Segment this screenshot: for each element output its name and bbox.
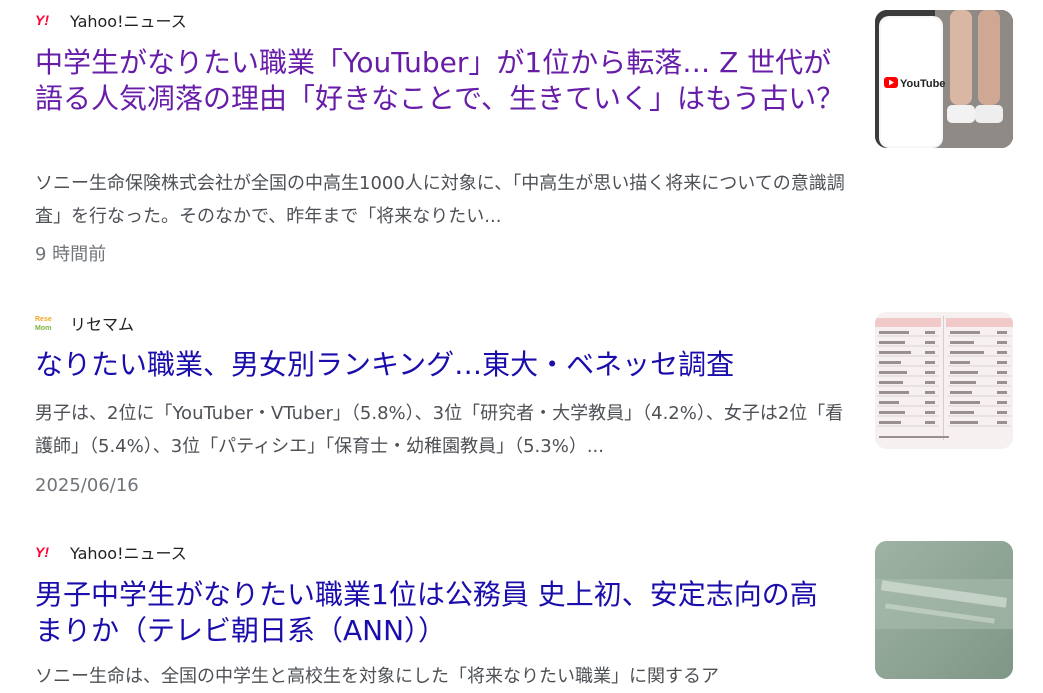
source-row[interactable]: Y! Yahoo!ニュース xyxy=(35,541,187,563)
phone-youtube-thumbnail[interactable]: YouTube xyxy=(875,10,1013,148)
ranking-table-thumbnail[interactable] xyxy=(875,312,1013,449)
svg-text:Rese: Rese xyxy=(35,316,52,323)
result-timestamp: 2025/06/16 xyxy=(35,475,139,496)
yahoo-logo-icon: Y! xyxy=(35,544,57,560)
source-row[interactable]: Y! Yahoo!ニュース xyxy=(35,9,187,31)
svg-text:YouTube: YouTube xyxy=(900,78,945,90)
result-snippet: 男子は、2位に「YouTuber・VTuber」（5.8%）、3位「研究者・大学… xyxy=(35,403,844,457)
result-snippet: ソニー生命保険株式会社が全国の中高生1000人に対象に、「中高生が思い描く将来に… xyxy=(35,173,845,227)
resemom-logo-icon: Rese Mom xyxy=(35,315,57,332)
source-row[interactable]: Rese Mom リセマム xyxy=(35,312,134,334)
sony-sign-thumbnail[interactable] xyxy=(875,541,1013,679)
result-timestamp: 9 時間前 xyxy=(35,244,107,265)
source-name: Yahoo!ニュース xyxy=(70,544,187,563)
source-name: リセマム xyxy=(70,315,135,334)
result-title-link[interactable]: 男子中学生がなりたい職業1位は公務員 史上初、安定志向の高まりか（テレビ朝日系（… xyxy=(35,577,845,649)
svg-text:Y!: Y! xyxy=(35,13,49,27)
result-title-link[interactable]: 中学生がなりたい職業「YouTuber」が1位から転落… Z 世代が語る人気凋落… xyxy=(35,45,845,117)
svg-text:Mom: Mom xyxy=(35,325,51,332)
result-snippet: ソニー生命は、全国の中学生と高校生を対象にした「将来なりたい職業」に関するア xyxy=(35,666,719,687)
result-title-link[interactable]: なりたい職業、男女別ランキング…東大・ベネッセ調査 xyxy=(35,347,845,383)
yahoo-logo-icon: Y! xyxy=(35,12,57,28)
svg-text:Y!: Y! xyxy=(35,545,49,559)
source-name: Yahoo!ニュース xyxy=(70,12,187,31)
